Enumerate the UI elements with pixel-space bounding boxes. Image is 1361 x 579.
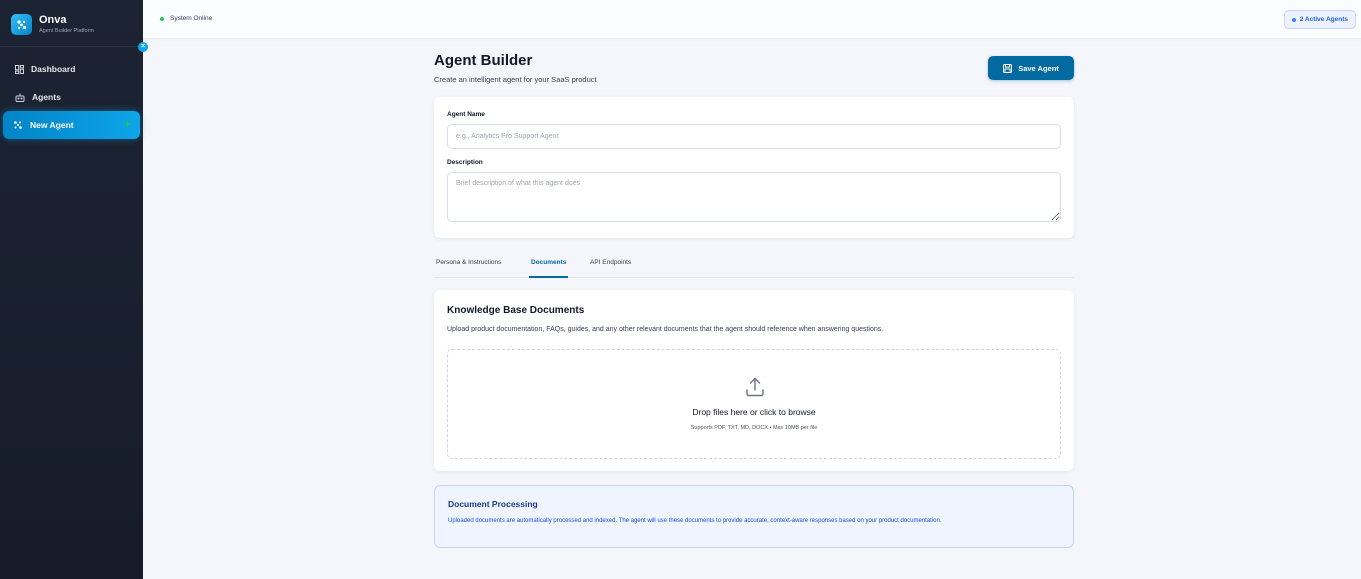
description-label: Description <box>447 159 483 166</box>
tab-api-endpoints[interactable]: API Endpoints <box>590 259 631 278</box>
active-agents-badge[interactable]: 2 Active Agents <box>1283 10 1356 29</box>
status-text: System Online <box>170 15 213 22</box>
plus-icon: + <box>123 117 131 131</box>
sparkle-icon <box>14 121 22 129</box>
sidebar-item-label: Agents <box>32 92 61 102</box>
logo-icon <box>11 13 32 35</box>
sidebar-item-label: Dashboard <box>31 64 76 74</box>
section-title: Knowledge Base Documents <box>447 305 585 316</box>
save-agent-button[interactable]: Save Agent <box>988 56 1074 80</box>
tab-persona[interactable]: Persona & Instructions <box>436 259 501 278</box>
sidebar-item-label: New Agent <box>30 120 74 130</box>
file-dropzone[interactable]: Drop files here or click to browse Suppo… <box>447 349 1061 459</box>
knowledge-base-card: Knowledge Base Documents Upload product … <box>434 290 1074 471</box>
system-status: System Online <box>160 15 212 22</box>
upload-icon <box>746 377 764 397</box>
tab-documents[interactable]: Documents <box>529 259 569 278</box>
sidebar-item-agents[interactable]: Agents <box>0 83 143 111</box>
agent-name-label: Agent Name <box>447 111 485 118</box>
notice-title: Document Processing <box>448 499 538 509</box>
status-dot-icon <box>1291 17 1296 22</box>
topbar: System Online 2 Active Agents <box>143 0 1361 39</box>
active-agents-text: 2 Active Agents <box>1299 16 1348 23</box>
brand[interactable]: Onva Agent Builder Platform <box>0 0 143 47</box>
dropzone-text: Drop files here or click to browse <box>692 407 816 417</box>
document-processing-notice: Document Processing Uploaded documents a… <box>434 485 1074 548</box>
notice-text: Uploaded documents are automatically pro… <box>448 518 942 524</box>
dashboard-icon <box>15 64 24 74</box>
dropzone-hint: Supports PDF, TXT, MD, DOCX • Max 10MB p… <box>690 425 818 431</box>
collapse-sidebar-button[interactable]: × <box>138 42 148 52</box>
sidebar-item-dashboard[interactable]: Dashboard <box>0 55 143 83</box>
description-textarea[interactable] <box>447 172 1061 222</box>
save-button-label: Save Agent <box>1018 63 1059 73</box>
sidebar: Onva Agent Builder Platform Dashboard Ag… <box>0 0 143 579</box>
bot-icon <box>15 93 25 102</box>
agent-info-card: Agent Name Description <box>434 97 1074 238</box>
agent-name-input[interactable] <box>447 124 1061 149</box>
status-dot-icon <box>160 16 164 21</box>
sidebar-item-new-agent[interactable]: New Agent + <box>3 111 140 139</box>
sidebar-nav: Dashboard Agents New Agent + <box>0 55 143 139</box>
tab-bar: Persona & Instructions Documents API End… <box>434 255 1074 278</box>
page-subtitle: Create an intelligent agent for your Saa… <box>434 75 597 84</box>
section-description: Upload product documentation, FAQs, guid… <box>447 326 884 333</box>
save-icon <box>1003 63 1013 73</box>
brand-name: Onva <box>39 13 67 26</box>
brand-tagline: Agent Builder Platform <box>39 27 95 34</box>
page-title: Agent Builder <box>434 52 533 69</box>
